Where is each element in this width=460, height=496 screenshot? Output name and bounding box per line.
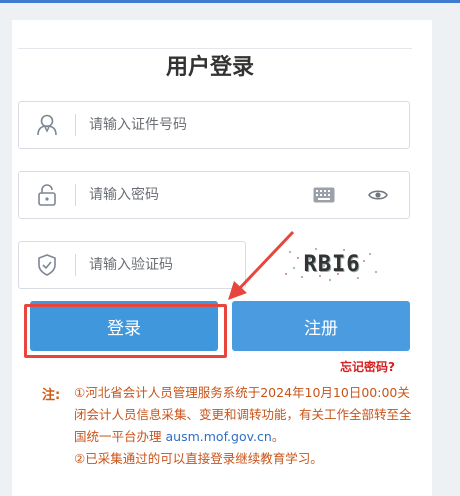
password-field bbox=[18, 171, 410, 219]
register-button[interactable]: 注册 bbox=[232, 301, 410, 351]
user-icon bbox=[19, 102, 75, 148]
forgot-password-link[interactable]: 忘记密码? bbox=[340, 358, 395, 375]
login-button[interactable]: 登录 bbox=[30, 301, 218, 351]
captcha-input[interactable] bbox=[89, 242, 239, 288]
field-separator bbox=[75, 114, 76, 136]
notice-text: ①河北省会计人员管理服务系统于2024年10月10日00:00关闭会计人员信息采… bbox=[74, 382, 414, 470]
notice-line2: ②已采集通过的可以直接登录继续教育学习。 bbox=[74, 451, 323, 466]
notice-link[interactable]: ausm.mof.gov.cn bbox=[166, 429, 272, 444]
id-number-field bbox=[18, 101, 410, 149]
notice-line1-end: 。 bbox=[271, 429, 285, 444]
lock-icon bbox=[19, 172, 75, 218]
password-input[interactable] bbox=[89, 172, 289, 218]
field-separator bbox=[75, 254, 76, 276]
notice-label: 注: bbox=[42, 388, 61, 403]
captcha-image[interactable]: RBI6 bbox=[280, 244, 384, 284]
shield-icon bbox=[19, 242, 75, 288]
keyboard-icon[interactable] bbox=[313, 187, 335, 207]
id-number-input[interactable] bbox=[89, 102, 389, 148]
captcha-field bbox=[18, 241, 246, 289]
top-accent-bar bbox=[0, 0, 460, 3]
title-divider bbox=[18, 48, 412, 49]
captcha-text: RBI6 bbox=[303, 251, 361, 277]
field-separator bbox=[75, 184, 76, 206]
eye-icon[interactable] bbox=[367, 187, 389, 207]
page-title: 用户登录 bbox=[150, 52, 270, 84]
